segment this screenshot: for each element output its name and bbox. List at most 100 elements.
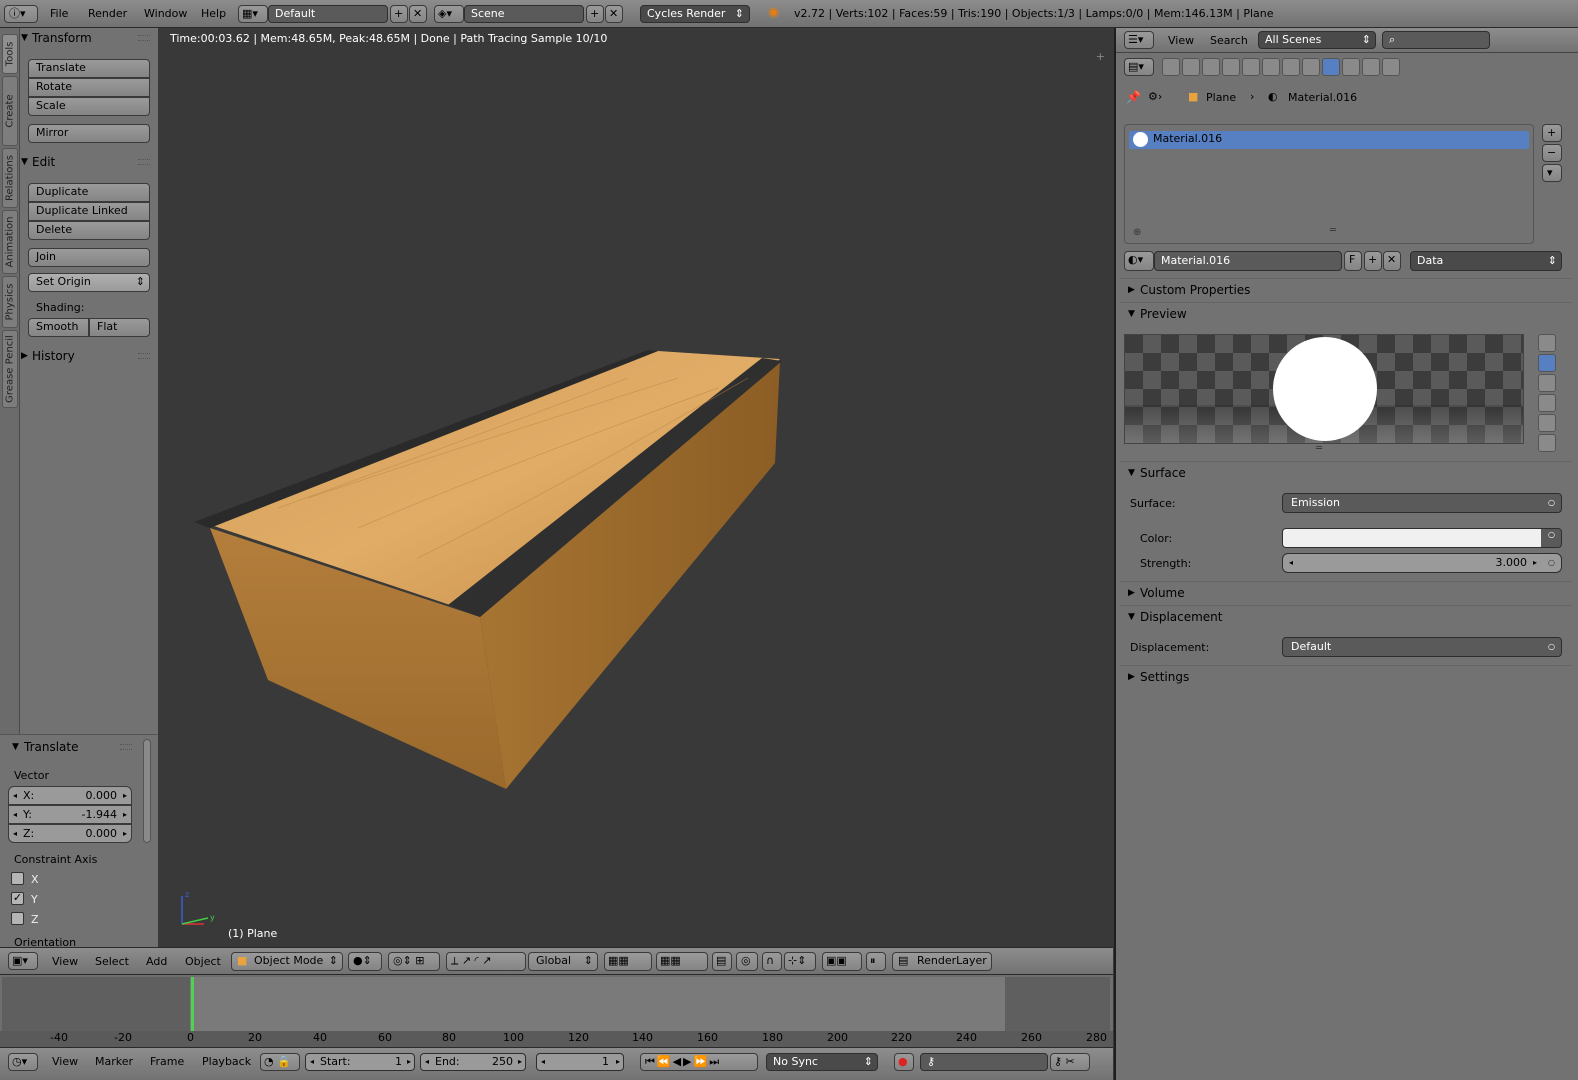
surface-panel-header[interactable]: ▼ Surface [1120, 461, 1572, 483]
surface-shader-select[interactable]: Emission ○ [1282, 493, 1562, 513]
displacement-select[interactable]: Default ○ [1282, 637, 1562, 657]
axis-y-checkbox[interactable]: ✓ [11, 892, 24, 905]
tab-relations[interactable]: Relations [2, 148, 18, 208]
render-border-button[interactable]: ⏸ [866, 952, 886, 971]
object-mode-select[interactable]: ■ Object Mode ⇕ [231, 952, 343, 971]
transform-orientation-select[interactable]: Global ⇕ [528, 952, 598, 971]
scene-name-field[interactable]: Scene [464, 5, 584, 23]
sync-mode-select[interactable]: No Sync ⇕ [766, 1053, 878, 1071]
preview-sphere-button[interactable] [1538, 354, 1556, 372]
keyframe-insert-delete-buttons[interactable]: ⚷ ✂ [1050, 1053, 1090, 1071]
end-frame-field[interactable]: ◂ End: 250 ▸ [420, 1053, 526, 1071]
volume-panel-header[interactable]: ▶ Volume [1120, 581, 1572, 603]
drag-grip-icon[interactable] [138, 159, 150, 165]
layout-browse-button[interactable]: ▦▾ [238, 5, 268, 23]
material-slots-list[interactable]: Material.016 ⊕ ═ [1124, 124, 1534, 244]
rotate-button[interactable]: Rotate [28, 78, 150, 97]
add-scene-button[interactable]: + [586, 5, 604, 23]
drag-grip-icon[interactable] [138, 35, 150, 41]
scale-button[interactable]: Scale [28, 97, 150, 116]
proportional-edit-button[interactable]: ◎ [736, 952, 758, 971]
editor-type-button[interactable]: ▣▾ [8, 952, 38, 970]
timeline-area[interactable] [2, 977, 1110, 1033]
material-specials-button[interactable]: ▾ [1542, 164, 1562, 182]
tab-physics[interactable] [1382, 58, 1400, 76]
menu-view[interactable]: View [52, 955, 78, 968]
menu-window[interactable]: Window [144, 7, 187, 20]
outliner-editor-type-button[interactable]: ☰▾ [1124, 31, 1154, 49]
tab-scene[interactable] [1202, 58, 1220, 76]
tab-render-layers[interactable] [1182, 58, 1200, 76]
viewport-shading-select[interactable]: ●⇕ [348, 952, 382, 971]
axis-z-checkbox[interactable] [11, 912, 24, 925]
tab-object[interactable] [1242, 58, 1260, 76]
menu-view[interactable]: View [52, 1055, 78, 1068]
operator-scrollbar[interactable] [143, 739, 151, 843]
menu-render[interactable]: Render [88, 7, 127, 20]
tab-material[interactable] [1322, 58, 1340, 76]
drag-grip-icon[interactable] [138, 353, 150, 359]
mirror-button[interactable]: Mirror [28, 124, 150, 143]
timeline-editor-type-button[interactable]: ◷▾ [8, 1053, 38, 1071]
filter-icon[interactable]: ⊕ [1133, 227, 1141, 238]
layer-buttons-b[interactable]: ▦▦ [656, 952, 708, 971]
vector-x-field[interactable]: ◂ X: 0.000 ▸ [8, 786, 132, 805]
settings-panel-header[interactable]: ▶ Settings [1120, 665, 1572, 687]
snap-toggle-button[interactable]: ∩ [762, 952, 782, 971]
info-editor-type-button[interactable]: ⓘ▾ [4, 5, 38, 23]
menu-view[interactable]: View [1168, 34, 1194, 47]
menu-frame[interactable]: Frame [150, 1055, 184, 1068]
layout-name-field[interactable]: Default [268, 5, 388, 23]
delete-button[interactable]: Delete [28, 221, 150, 240]
render-preview-buttons[interactable]: ▣▣ [822, 952, 862, 971]
outliner-search-input[interactable]: ⌕ [1382, 31, 1490, 49]
tab-tools[interactable]: Tools [2, 34, 18, 74]
menu-object[interactable]: Object [185, 955, 221, 968]
record-button[interactable]: ● [894, 1053, 914, 1071]
set-origin-select[interactable]: Set Origin ⇕ [28, 273, 150, 292]
scene-browse-button[interactable]: ◈▾ [434, 5, 464, 23]
scene-filter-select[interactable]: All Scenes ⇕ [1258, 31, 1376, 49]
tab-particles[interactable] [1362, 58, 1380, 76]
properties-editor-type-button[interactable]: ▤▾ [1124, 58, 1154, 76]
pivot-select[interactable]: ◎⇕ ⊞ [388, 952, 440, 971]
tab-constraints[interactable] [1262, 58, 1280, 76]
vector-z-field[interactable]: ◂ Z: 0.000 ▸ [8, 824, 132, 843]
timeline-editor[interactable]: -40 -20 0 20 40 60 80 100 120 140 160 18… [0, 974, 1113, 1047]
translate-button[interactable]: Translate [28, 59, 150, 78]
add-layout-button[interactable]: + [390, 5, 408, 23]
tab-modifiers[interactable] [1282, 58, 1300, 76]
remove-scene-button[interactable]: ✕ [605, 5, 623, 23]
material-browse-button[interactable]: ◐▾ [1124, 251, 1154, 271]
preview-hair-button[interactable] [1538, 414, 1556, 432]
tab-grease-pencil[interactable]: Grease Pencil [2, 330, 18, 408]
preview-cube-button[interactable] [1538, 374, 1556, 392]
strength-field[interactable]: ◂ 3.000 ▸ ○ [1282, 553, 1562, 573]
remove-layout-button[interactable]: ✕ [409, 5, 427, 23]
layer-buttons-a[interactable]: ▦▦ [604, 952, 652, 971]
custom-properties-panel-header[interactable]: ▶ Custom Properties [1120, 278, 1572, 300]
duplicate-linked-button[interactable]: Duplicate Linked [28, 202, 150, 221]
tab-physics[interactable]: Physics [2, 276, 18, 328]
tab-create[interactable]: Create [2, 76, 18, 146]
tab-render[interactable] [1162, 58, 1180, 76]
join-button[interactable]: Join [28, 248, 150, 267]
add-material-slot-button[interactable]: + [1542, 124, 1562, 142]
preview-flat-button[interactable] [1538, 334, 1556, 352]
preview-panel-header[interactable]: ▼ Preview [1120, 302, 1572, 324]
smooth-button[interactable]: Smooth [28, 318, 89, 337]
resize-grip-icon[interactable]: ═ [1330, 225, 1336, 236]
displacement-panel-header[interactable]: ▼ Displacement [1120, 605, 1572, 627]
flat-button[interactable]: Flat [89, 318, 150, 337]
tab-texture[interactable] [1342, 58, 1360, 76]
manipulator-toggles[interactable]: ⟂ ↗ ◜ ↗ [446, 952, 526, 971]
menu-marker[interactable]: Marker [95, 1055, 133, 1068]
menu-help[interactable]: Help [201, 7, 226, 20]
tab-world[interactable] [1222, 58, 1240, 76]
remove-material-slot-button[interactable]: − [1542, 144, 1562, 162]
menu-add[interactable]: Add [146, 955, 167, 968]
snap-element-select[interactable]: ⊹⇕ [784, 952, 816, 971]
operator-panel-header[interactable]: ▼ Translate [0, 737, 138, 757]
render-layer-select[interactable]: ▤ RenderLayer [892, 952, 992, 971]
resize-grip-icon[interactable]: ═ [1316, 443, 1322, 454]
